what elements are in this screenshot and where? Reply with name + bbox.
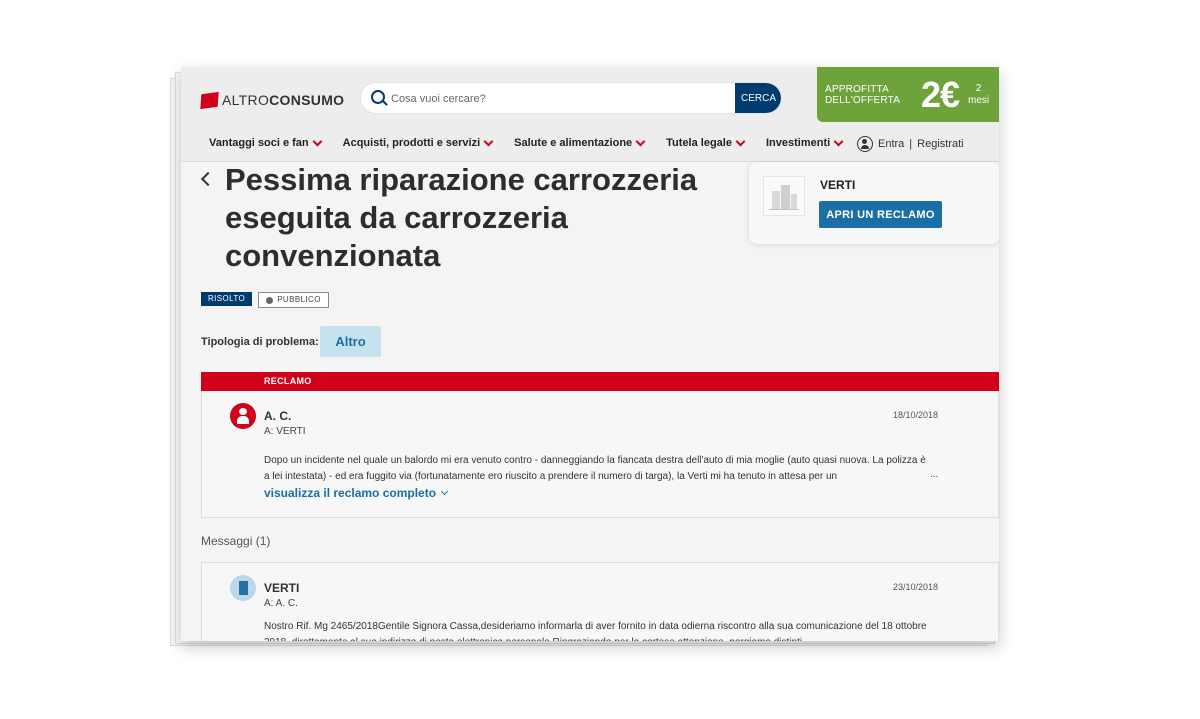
register-link[interactable]: Registrati bbox=[917, 138, 963, 150]
back-chevron-icon[interactable] bbox=[200, 171, 216, 187]
chevron-down-icon bbox=[635, 136, 646, 147]
problem-type-label: Tipologia di problema: bbox=[201, 336, 319, 348]
chevron-down-icon bbox=[483, 136, 494, 147]
complaint-date: 18/10/2018 bbox=[892, 410, 938, 420]
nav-item-salute[interactable]: Salute e alimentazione bbox=[514, 136, 646, 149]
company-building-icon bbox=[230, 575, 256, 601]
message-recipient: A: A. C. bbox=[264, 598, 298, 609]
separator: | bbox=[909, 138, 913, 150]
main-nav: Vantaggi soci e fan Acquisti, prodotti e… bbox=[209, 136, 844, 149]
nav-item-acquisti[interactable]: Acquisti, prodotti e servizi bbox=[343, 136, 494, 149]
message-card: VERTI A: A. C. 23/10/2018 Nostro Rif. Mg… bbox=[201, 562, 999, 641]
user-avatar-icon bbox=[230, 403, 256, 429]
message-sender: VERTI bbox=[264, 581, 300, 595]
chevron-down-icon bbox=[735, 136, 746, 147]
company-name: VERTI bbox=[820, 178, 856, 192]
complaint-recipient: A: VERTI bbox=[264, 426, 306, 437]
complaint-section-bar: RECLAMO bbox=[201, 372, 999, 391]
visibility-badge: PUBBLICO bbox=[258, 292, 329, 308]
account-links: Entra | Registrati bbox=[857, 136, 964, 152]
logo-text: ALTROCONSUMO bbox=[222, 92, 345, 108]
altroconsumo-logo[interactable]: ALTROCONSUMO bbox=[200, 89, 345, 111]
search-bar: CERCA bbox=[361, 83, 781, 113]
chevron-down-icon bbox=[312, 136, 323, 147]
messages-heading: Messaggi (1) bbox=[201, 534, 271, 548]
promo-unit: 2 mesi bbox=[968, 83, 990, 106]
status-badges: RISOLTO PUBBLICO bbox=[201, 292, 329, 308]
promo-banner[interactable]: APPROFITTA DELL'OFFERTA 2€ 2 mesi bbox=[817, 67, 999, 122]
chevron-down-icon bbox=[441, 487, 449, 496]
nav-item-investimenti[interactable]: Investimenti bbox=[766, 136, 844, 149]
site-header: ALTROCONSUMO CERCA APPROFITTA DELL'OFFER… bbox=[181, 67, 999, 162]
open-complaint-button[interactable]: APRI UN RECLAMO bbox=[819, 201, 942, 228]
view-full-complaint-link[interactable]: visualizza il reclamo completo bbox=[264, 486, 449, 500]
webpage: ALTROCONSUMO CERCA APPROFITTA DELL'OFFER… bbox=[181, 67, 999, 641]
chevron-down-icon bbox=[833, 136, 844, 147]
user-icon bbox=[857, 136, 873, 152]
page-title: Pessima riparazione carrozzeria eseguita… bbox=[225, 162, 698, 273]
problem-type-tag[interactable]: Altro bbox=[320, 326, 381, 357]
search-input[interactable] bbox=[389, 83, 713, 113]
status-badge: RISOLTO bbox=[201, 292, 253, 306]
complaint-sender: A. C. bbox=[264, 409, 292, 423]
section-label: RECLAMO bbox=[264, 376, 312, 386]
company-logo-placeholder bbox=[763, 176, 805, 216]
nav-item-tutela[interactable]: Tutela legale bbox=[666, 136, 746, 149]
complaint-body: Dopo un incidente nel quale un balordo m… bbox=[264, 455, 926, 482]
globe-icon bbox=[266, 296, 274, 304]
message-body: Nostro Rif. Mg 2465/2018Gentile Signora … bbox=[264, 621, 927, 641]
promo-text: APPROFITTA DELL'OFFERTA bbox=[825, 84, 901, 106]
complaint-ellipsis: ... bbox=[930, 469, 939, 480]
search-icon bbox=[371, 90, 385, 104]
company-card: VERTI APRI UN RECLAMO bbox=[749, 162, 999, 244]
login-link[interactable]: Entra bbox=[878, 138, 904, 150]
nav-item-vantaggi[interactable]: Vantaggi soci e fan bbox=[209, 136, 323, 149]
complaint-card: A. C. A: VERTI 18/10/2018 Dopo un incide… bbox=[201, 391, 999, 518]
logo-mark-icon bbox=[200, 91, 219, 109]
message-date: 23/10/2018 bbox=[892, 582, 938, 592]
search-button[interactable]: CERCA bbox=[735, 83, 781, 113]
promo-price: 2€ bbox=[921, 74, 960, 115]
